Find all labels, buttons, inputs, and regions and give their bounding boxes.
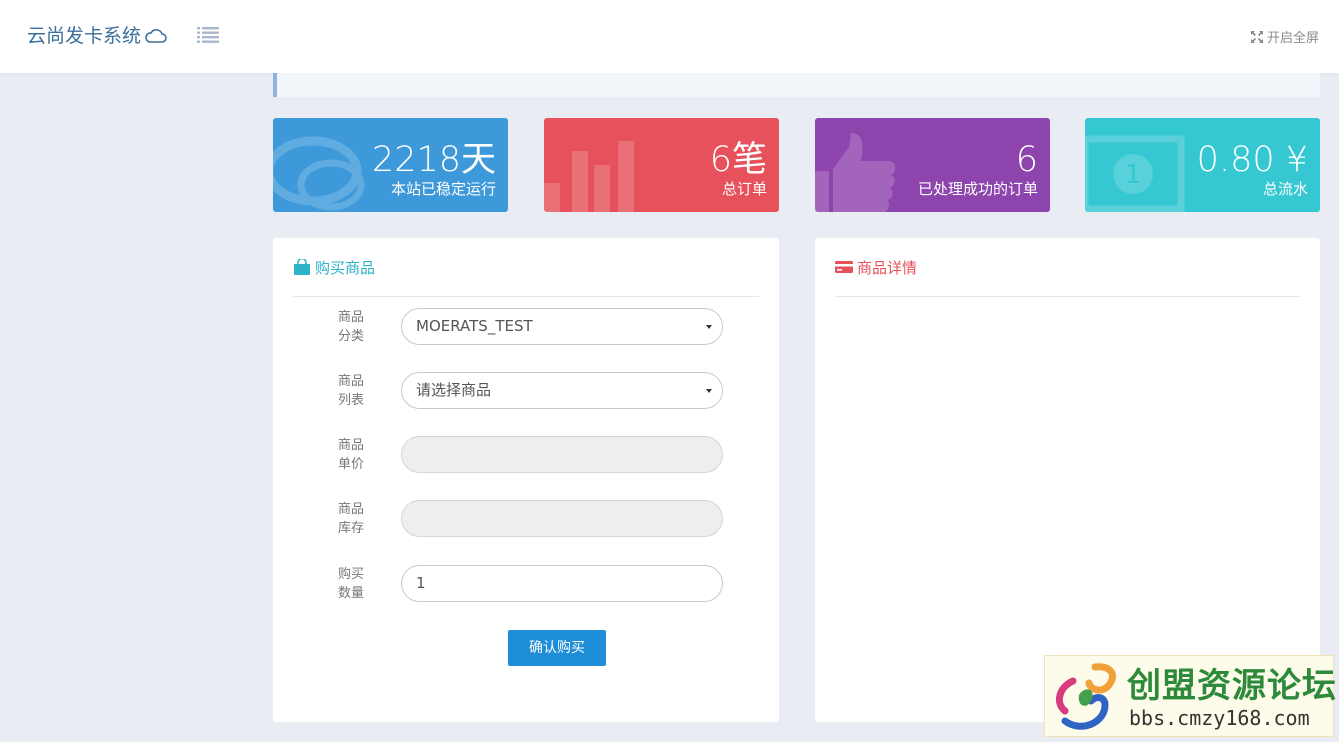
- stat-value: 2218天: [371, 140, 496, 180]
- label-line: 单价: [337, 457, 364, 472]
- stat-card-success: 6 已处理成功的订单: [815, 118, 1050, 212]
- field-label: 商品 库存: [335, 500, 367, 538]
- watermark-url: bbs.cmzy168.com: [1129, 706, 1310, 730]
- label-line: 库存: [337, 521, 364, 536]
- form-row-quantity: 购买 数量 1: [273, 565, 779, 605]
- stat-value: 6笔: [709, 140, 767, 180]
- stat-label: 总流水: [1262, 180, 1308, 198]
- price-field: [401, 436, 723, 473]
- stat-label: 总订单: [721, 180, 767, 198]
- thumbs-up-icon: [815, 133, 896, 212]
- label-line: 列表: [337, 393, 364, 408]
- top-navbar: 云尚发卡系统 开启全屏: [0, 0, 1339, 73]
- stock-field: [401, 500, 723, 537]
- select-value: 请选择商品: [416, 381, 492, 399]
- select-value: MOERATS_TEST: [416, 317, 533, 335]
- form-row-category: 商品 分类 MOERATS_TEST: [273, 308, 779, 348]
- bar-chart-icon: [544, 141, 634, 212]
- field-label: 商品 分类: [335, 308, 367, 346]
- stat-card-orders: 6笔 总订单: [544, 118, 779, 212]
- money-icon: 1: [1085, 135, 1185, 212]
- form-row-price: 商品 单价: [273, 436, 779, 476]
- panel-header: 商品详情: [835, 257, 1300, 297]
- form-row-stock: 商品 库存: [273, 500, 779, 540]
- field-label: 商品 列表: [335, 372, 367, 410]
- stat-label: 已处理成功的订单: [917, 180, 1038, 198]
- shopping-bag-icon: [294, 259, 310, 275]
- credit-card-icon: [835, 261, 853, 273]
- forum-logo-icon: [1055, 663, 1116, 730]
- quantity-field[interactable]: 1: [401, 565, 723, 602]
- fullscreen-label: 开启全屏: [1266, 31, 1319, 46]
- stat-card-uptime: 2218天 本站已稳定运行: [273, 118, 508, 212]
- label-line: 数量: [337, 586, 364, 601]
- form-row-product: 商品 列表 请选择商品: [273, 372, 779, 412]
- fullscreen-button[interactable]: 开启全屏: [1250, 27, 1319, 46]
- field-label: 商品 单价: [335, 436, 367, 474]
- buy-panel: 购买商品 商品 分类 MOERATS_TEST 商品 列表 请选择商品 商品 单…: [273, 238, 779, 722]
- label-line: 商品: [337, 502, 364, 517]
- panel-header: 购买商品: [293, 257, 759, 297]
- cloud-icon: [145, 29, 167, 43]
- category-select[interactable]: MOERATS_TEST: [401, 308, 723, 345]
- confirm-purchase-button[interactable]: 确认购买: [508, 630, 606, 666]
- product-select[interactable]: 请选择商品: [401, 372, 723, 409]
- panel-title: 购买商品: [315, 259, 376, 277]
- brand-name: 云尚发卡系统: [27, 25, 142, 47]
- expand-icon: [1250, 30, 1263, 43]
- forum-watermark: 创盟资源论坛 bbs.cmzy168.com: [1044, 655, 1337, 737]
- label-line: 分类: [337, 329, 364, 344]
- label-line: 商品: [337, 374, 364, 389]
- list-icon[interactable]: [197, 26, 219, 44]
- stat-label: 本站已稳定运行: [390, 180, 496, 198]
- stat-value: 6: [1015, 140, 1038, 180]
- brand[interactable]: 云尚发卡系统: [27, 21, 167, 48]
- chevron-down-icon: [706, 389, 712, 393]
- chevron-down-icon: [706, 325, 712, 329]
- stat-card-revenue: 1 0.80 ¥ 总流水: [1085, 118, 1320, 212]
- label-line: 购买: [337, 567, 364, 582]
- field-label: 购买 数量: [335, 565, 367, 603]
- watermark-title: 创盟资源论坛: [1127, 666, 1337, 706]
- chat-bubble-icon: [273, 136, 365, 211]
- notice-bar: [273, 73, 1320, 97]
- svg-text:1: 1: [1125, 160, 1142, 190]
- label-line: 商品: [337, 438, 364, 453]
- label-line: 商品: [337, 310, 364, 325]
- detail-panel: 商品详情: [815, 238, 1320, 722]
- stat-value: 0.80 ¥: [1196, 140, 1308, 180]
- panel-title: 商品详情: [857, 259, 918, 277]
